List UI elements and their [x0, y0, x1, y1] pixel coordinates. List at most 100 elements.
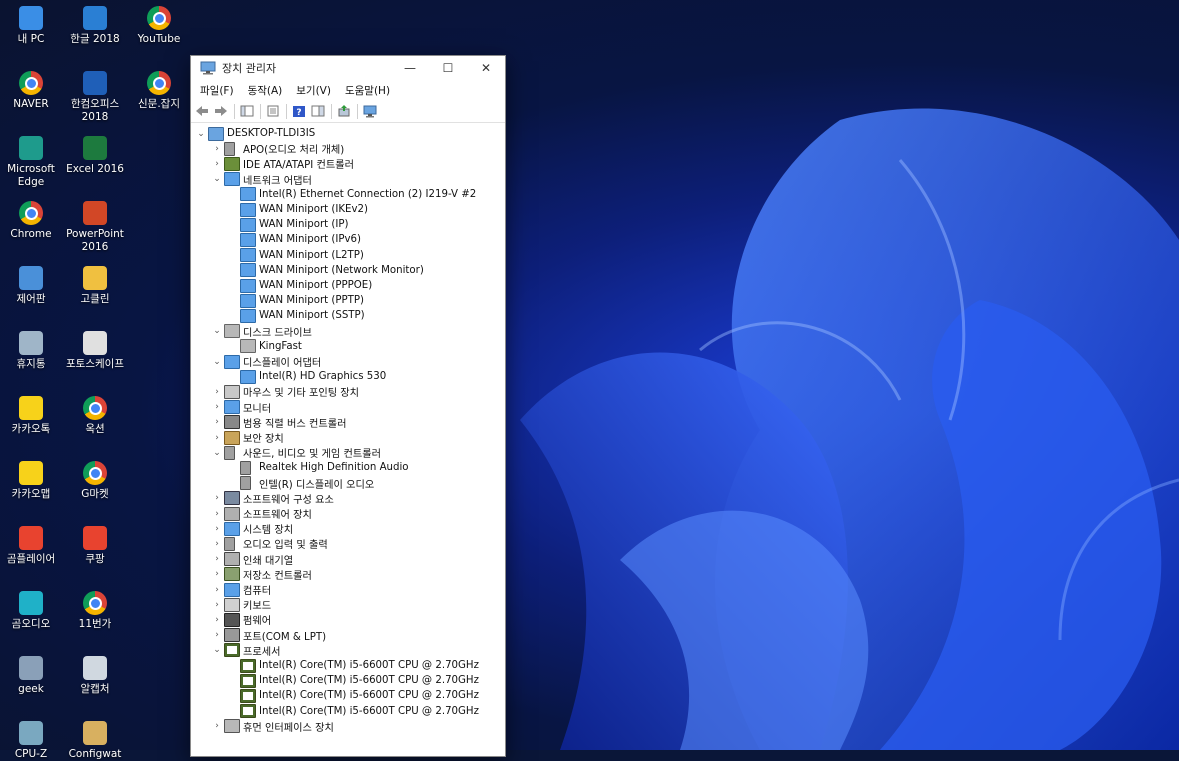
- tree-node[interactable]: ⌄ 네트워크 어댑터: [211, 172, 312, 187]
- desktop-icon-coupang[interactable]: 쿠팡: [63, 522, 127, 566]
- action-pane-icon[interactable]: [309, 103, 327, 119]
- collapsed-chevron-icon[interactable]: ›: [211, 721, 223, 731]
- desktop-icon-hangul[interactable]: 한글 2018: [63, 2, 127, 46]
- collapsed-chevron-icon[interactable]: ›: [211, 585, 223, 595]
- desktop-icon-powerpoint[interactable]: PowerPoint 2016: [63, 197, 127, 254]
- desktop-icon-control-panel[interactable]: 제어판: [0, 262, 63, 306]
- tree-node[interactable]: › 소프트웨어 구성 요소: [211, 491, 334, 506]
- collapsed-chevron-icon[interactable]: ›: [211, 144, 223, 154]
- collapsed-chevron-icon[interactable]: ›: [211, 524, 223, 534]
- tree-node[interactable]: ⌄ 프로세서: [211, 643, 281, 658]
- device-manager-window[interactable]: 장치 관리자 — ☐ ✕ 파일(F) 동작(A) 보기(V) 도움말(H) ?: [190, 55, 506, 757]
- desktop-icon-monitor[interactable]: 내 PC: [0, 2, 63, 46]
- collapsed-chevron-icon[interactable]: ›: [211, 600, 223, 610]
- scan-hardware-changes-icon[interactable]: [361, 103, 379, 119]
- tree-node[interactable]: WAN Miniport (Network Monitor): [227, 263, 424, 278]
- forward-arrow-icon[interactable]: [212, 103, 230, 119]
- tree-node[interactable]: › 저장소 컨트롤러: [211, 567, 312, 582]
- desktop-icon-chrome[interactable]: Chrome: [0, 197, 63, 241]
- desktop-icon-cpuz[interactable]: CPU-Z: [0, 717, 63, 761]
- tree-node[interactable]: › 휴먼 인터페이스 장치: [211, 719, 334, 734]
- expanded-chevron-icon[interactable]: ⌄: [195, 129, 207, 139]
- expanded-chevron-icon[interactable]: ⌄: [211, 174, 223, 184]
- expanded-chevron-icon[interactable]: ⌄: [211, 448, 223, 458]
- title-bar[interactable]: 장치 관리자 — ☐ ✕: [191, 56, 505, 80]
- tree-node[interactable]: › 컴퓨터: [211, 582, 271, 597]
- tree-node[interactable]: › 모니터: [211, 400, 271, 415]
- tree-node[interactable]: › 시스템 장치: [211, 521, 293, 536]
- desktop-icon-gomplayer[interactable]: 곰플레이어: [0, 522, 63, 566]
- desktop-icon-chrome[interactable]: 11번가: [63, 587, 127, 631]
- tree-node[interactable]: Intel(R) Core(TM) i5-6600T CPU @ 2.70GHz: [227, 658, 479, 673]
- tree-node[interactable]: › 보안 장치: [211, 430, 284, 445]
- tree-node[interactable]: WAN Miniport (L2TP): [227, 248, 364, 263]
- tree-node[interactable]: 인텔(R) 디스플레이 오디오: [227, 476, 374, 491]
- update-driver-icon[interactable]: [335, 103, 353, 119]
- menu-view[interactable]: 보기(V): [289, 83, 338, 98]
- tree-node[interactable]: KingFast: [227, 339, 302, 354]
- desktop-icon-chrome[interactable]: 신문.잡지: [127, 67, 191, 111]
- tree-node[interactable]: › 범용 직렬 버스 컨트롤러: [211, 415, 346, 430]
- desktop-icon-config[interactable]: Configwat: [63, 717, 127, 761]
- tree-node[interactable]: › 포트(COM & LPT): [211, 628, 326, 643]
- collapsed-chevron-icon[interactable]: ›: [211, 539, 223, 549]
- desktop-icon-kakaomap[interactable]: 카카오맵: [0, 457, 63, 501]
- collapsed-chevron-icon[interactable]: ›: [211, 509, 223, 519]
- tree-node[interactable]: › 키보드: [211, 597, 271, 612]
- tree-node[interactable]: › 마우스 및 기타 포인팅 장치: [211, 384, 359, 399]
- tree-node[interactable]: WAN Miniport (PPPOE): [227, 278, 372, 293]
- device-tree[interactable]: ⌄ DESKTOP-TLDI3IS › APO(오디오 처리 개체) › IDE ATA/…: [191, 124, 505, 756]
- collapsed-chevron-icon[interactable]: ›: [211, 402, 223, 412]
- maximize-button[interactable]: ☐: [429, 56, 467, 80]
- help-icon[interactable]: ?: [290, 103, 308, 119]
- expanded-chevron-icon[interactable]: ⌄: [211, 326, 223, 336]
- tree-node[interactable]: WAN Miniport (PPTP): [227, 293, 364, 308]
- expanded-chevron-icon[interactable]: ⌄: [211, 357, 223, 367]
- desktop-icon-excel[interactable]: Excel 2016: [63, 132, 127, 176]
- tree-node[interactable]: › 오디오 입력 및 출력: [211, 536, 328, 551]
- tree-node[interactable]: WAN Miniport (IPv6): [227, 232, 361, 247]
- desktop-icon-edge[interactable]: Microsoft Edge: [0, 132, 63, 189]
- tree-node[interactable]: › APO(오디오 처리 개체): [211, 141, 344, 156]
- expanded-chevron-icon[interactable]: ⌄: [211, 645, 223, 655]
- menu-help[interactable]: 도움말(H): [338, 83, 397, 98]
- collapsed-chevron-icon[interactable]: ›: [211, 615, 223, 625]
- back-arrow-icon[interactable]: [193, 103, 211, 119]
- collapsed-chevron-icon[interactable]: ›: [211, 159, 223, 169]
- collapsed-chevron-icon[interactable]: ›: [211, 493, 223, 503]
- tree-node[interactable]: ⌄ DESKTOP-TLDI3IS: [195, 126, 315, 141]
- show-hide-console-tree-icon[interactable]: [238, 103, 256, 119]
- tree-node[interactable]: › 펌웨어: [211, 612, 271, 627]
- desktop-icon-chrome[interactable]: NAVER: [0, 67, 63, 111]
- close-button[interactable]: ✕: [467, 56, 505, 80]
- collapsed-chevron-icon[interactable]: ›: [211, 433, 223, 443]
- tree-node[interactable]: › IDE ATA/ATAPI 컨트롤러: [211, 156, 354, 171]
- tree-node[interactable]: WAN Miniport (IP): [227, 217, 348, 232]
- desktop-icon-photoscape[interactable]: 포토스케이프: [63, 327, 127, 371]
- collapsed-chevron-icon[interactable]: ›: [211, 387, 223, 397]
- tree-node[interactable]: WAN Miniport (SSTP): [227, 308, 365, 323]
- tree-node[interactable]: ⌄ 디스플레이 어댑터: [211, 354, 321, 369]
- tree-node[interactable]: Intel(R) Ethernet Connection (2) I219-V …: [227, 187, 476, 202]
- collapsed-chevron-icon[interactable]: ›: [211, 417, 223, 427]
- desktop-icon-recycle-bin[interactable]: 휴지통: [0, 327, 63, 371]
- desktop-icon-geek[interactable]: geek: [0, 652, 63, 696]
- tree-node[interactable]: Intel(R) Core(TM) i5-6600T CPU @ 2.70GHz: [227, 673, 479, 688]
- menu-action[interactable]: 동작(A): [241, 83, 290, 98]
- tree-node[interactable]: › 소프트웨어 장치: [211, 506, 312, 521]
- desktop-icon-alcapture[interactable]: 알캡처: [63, 652, 127, 696]
- menu-file[interactable]: 파일(F): [193, 83, 241, 98]
- tree-node[interactable]: Intel(R) Core(TM) i5-6600T CPU @ 2.70GHz: [227, 704, 479, 719]
- desktop-icon-chrome[interactable]: 옥션: [63, 392, 127, 436]
- desktop-icon-gomaudio[interactable]: 곰오디오: [0, 587, 63, 631]
- desktop-icon-chrome[interactable]: G마켓: [63, 457, 127, 501]
- desktop-icon-hancom[interactable]: 한컴오피스 2018: [63, 67, 127, 124]
- collapsed-chevron-icon[interactable]: ›: [211, 554, 223, 564]
- desktop-icon-chrome[interactable]: YouTube: [127, 2, 191, 46]
- collapsed-chevron-icon[interactable]: ›: [211, 569, 223, 579]
- tree-node[interactable]: ⌄ 디스크 드라이브: [211, 324, 312, 339]
- tree-node[interactable]: Intel(R) HD Graphics 530: [227, 369, 386, 384]
- tree-node[interactable]: ⌄ 사운드, 비디오 및 게임 컨트롤러: [211, 445, 381, 460]
- tree-node[interactable]: › 인쇄 대기열: [211, 552, 293, 567]
- desktop-icon-kakaotalk[interactable]: 카카오톡: [0, 392, 63, 436]
